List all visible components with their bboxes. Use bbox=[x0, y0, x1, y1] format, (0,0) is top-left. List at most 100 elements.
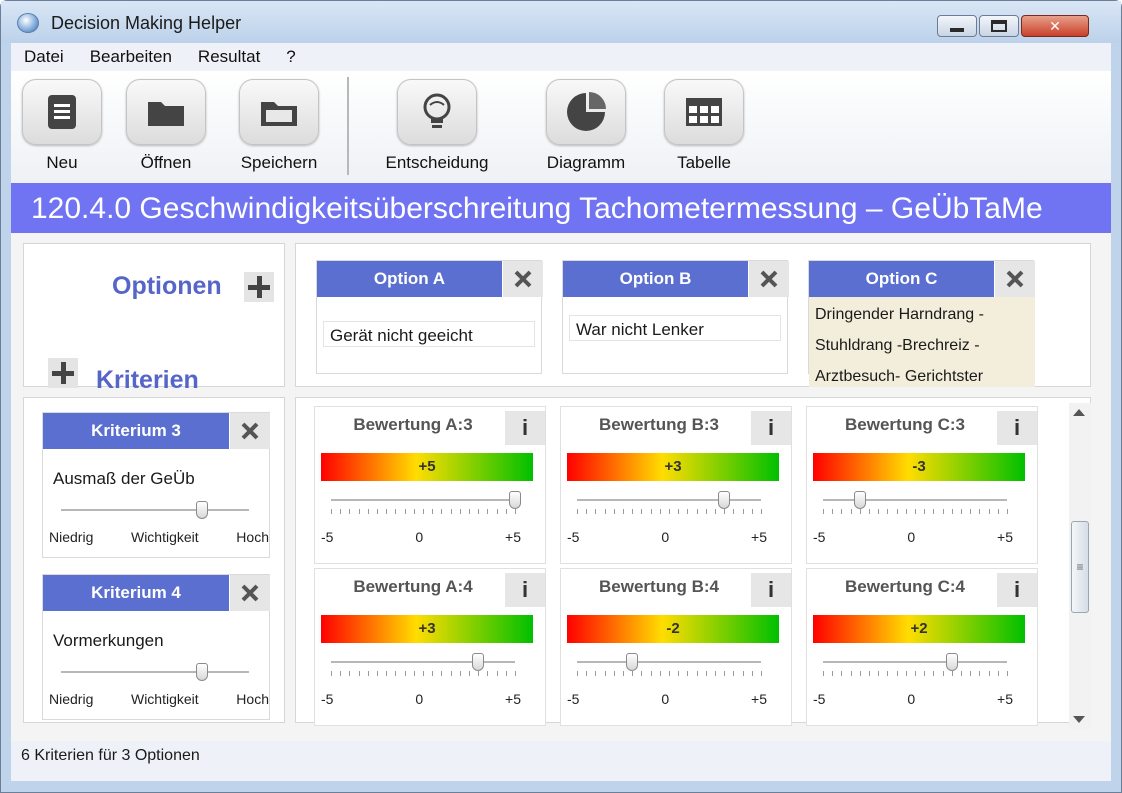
add-criterion-button[interactable] bbox=[48, 358, 78, 388]
option-card-b: Option B War nicht Lenker bbox=[562, 260, 789, 374]
rating-slider-thumb[interactable] bbox=[626, 653, 638, 671]
remove-criterion-button[interactable] bbox=[230, 575, 270, 611]
slider-tick bbox=[660, 671, 661, 676]
options-panel: Option A Gerät nicht geeicht Option B Wa… bbox=[295, 243, 1091, 387]
slider-tick bbox=[586, 509, 587, 514]
add-option-button[interactable] bbox=[244, 272, 274, 302]
info-button[interactable]: i bbox=[505, 573, 545, 607]
scroll-thumb[interactable]: ≡ bbox=[1071, 521, 1089, 613]
importance-slider-thumb[interactable] bbox=[196, 663, 208, 681]
rating-card: Bewertung B:4 i -2 -5 0 +5 bbox=[560, 568, 792, 726]
save-button[interactable]: Speichern bbox=[224, 79, 334, 179]
slider-tick bbox=[715, 671, 716, 676]
importance-high-label: Hoch bbox=[236, 529, 269, 545]
slider-tick bbox=[687, 671, 688, 676]
slider-tick bbox=[915, 671, 916, 676]
slider-tick bbox=[441, 671, 442, 676]
slider-tick bbox=[651, 671, 652, 676]
slider-tick bbox=[340, 509, 341, 514]
minimize-button[interactable] bbox=[937, 15, 977, 37]
slider-tick bbox=[595, 509, 596, 514]
vertical-scrollbar[interactable]: ≡ bbox=[1069, 403, 1091, 729]
app-window: Decision Making Helper ✕ Datei Bearbeite… bbox=[0, 0, 1122, 793]
table-button[interactable]: Tabelle bbox=[649, 79, 759, 179]
importance-slider-track[interactable] bbox=[61, 671, 249, 673]
close-window-button[interactable]: ✕ bbox=[1021, 15, 1089, 37]
slider-tick bbox=[851, 671, 852, 676]
slider-tick bbox=[441, 509, 442, 514]
corner-panel: Optionen Kriterien bbox=[23, 243, 285, 394]
slider-tick bbox=[878, 671, 879, 676]
info-button[interactable]: i bbox=[751, 411, 791, 445]
scale-min-label: -5 bbox=[813, 691, 826, 707]
slider-tick bbox=[605, 671, 606, 676]
scroll-down-icon[interactable] bbox=[1073, 716, 1085, 723]
option-name-input[interactable]: Dringender Harndrang - Stuhldrang -Brech… bbox=[809, 297, 1035, 387]
option-name-input[interactable]: Gerät nicht geeicht bbox=[323, 321, 535, 347]
rating-slider-track[interactable] bbox=[577, 661, 761, 663]
slider-tick bbox=[577, 509, 578, 514]
slider-tick bbox=[897, 509, 898, 514]
menu-help[interactable]: ? bbox=[273, 47, 308, 67]
menu-bearbeiten[interactable]: Bearbeiten bbox=[77, 47, 185, 67]
info-button[interactable]: i bbox=[997, 411, 1037, 445]
decision-button[interactable]: Entscheidung bbox=[382, 79, 492, 179]
menu-resultat[interactable]: Resultat bbox=[185, 47, 273, 67]
criterion-header: Kriterium 4 bbox=[43, 575, 229, 611]
scroll-up-icon[interactable] bbox=[1073, 409, 1085, 416]
rating-slider-thumb[interactable] bbox=[854, 491, 866, 509]
criterion-name-input[interactable]: Vormerkungen bbox=[49, 623, 269, 659]
importance-slider-thumb[interactable] bbox=[196, 501, 208, 519]
scale-mid-label: 0 bbox=[661, 529, 670, 545]
maximize-button[interactable] bbox=[979, 15, 1019, 37]
slider-tick bbox=[478, 671, 479, 676]
rating-slider-track[interactable] bbox=[823, 499, 1007, 501]
remove-criterion-button[interactable] bbox=[230, 413, 270, 449]
importance-scale: Niedrig Wichtigkeit Hoch bbox=[49, 691, 269, 707]
remove-option-button[interactable] bbox=[503, 261, 543, 297]
info-button[interactable]: i bbox=[751, 573, 791, 607]
chart-label: Diagramm bbox=[546, 153, 626, 172]
slider-tick bbox=[614, 509, 615, 514]
rating-slider-thumb[interactable] bbox=[718, 491, 730, 509]
criterion-name-input[interactable]: Ausmaß der GeÜb bbox=[49, 461, 269, 497]
option-header: Option A bbox=[317, 261, 502, 297]
toolbar-separator bbox=[347, 77, 349, 175]
slider-tick bbox=[733, 509, 734, 514]
pie-chart-icon bbox=[546, 79, 626, 145]
info-button[interactable]: i bbox=[997, 573, 1037, 607]
slider-tick bbox=[377, 671, 378, 676]
slider-tick bbox=[869, 671, 870, 676]
slider-tick bbox=[869, 509, 870, 514]
option-name-input[interactable]: War nicht Lenker bbox=[569, 315, 781, 341]
slider-tick bbox=[331, 671, 332, 676]
slider-tick bbox=[660, 509, 661, 514]
slider-tick bbox=[924, 671, 925, 676]
rating-scale: -5 0 +5 bbox=[567, 529, 767, 545]
importance-slider-track[interactable] bbox=[61, 509, 249, 511]
rating-slider-track[interactable] bbox=[577, 499, 761, 501]
remove-option-button[interactable] bbox=[749, 261, 789, 297]
open-button[interactable]: Öffnen bbox=[111, 79, 221, 179]
scale-mid-label: 0 bbox=[907, 529, 916, 545]
rating-slider-track[interactable] bbox=[331, 661, 515, 663]
slider-tick bbox=[823, 671, 824, 676]
slider-tick bbox=[405, 509, 406, 514]
menu-datei[interactable]: Datei bbox=[11, 47, 77, 67]
slider-tick bbox=[497, 671, 498, 676]
rating-slider-track[interactable] bbox=[823, 661, 1007, 663]
rating-slider-thumb[interactable] bbox=[946, 653, 958, 671]
rating-slider-thumb[interactable] bbox=[472, 653, 484, 671]
slider-ticks bbox=[823, 509, 1008, 515]
remove-option-button[interactable] bbox=[995, 261, 1035, 297]
info-button[interactable]: i bbox=[505, 411, 545, 445]
slider-tick bbox=[340, 671, 341, 676]
slider-tick bbox=[832, 671, 833, 676]
chart-button[interactable]: Diagramm bbox=[531, 79, 641, 179]
rating-slider-track[interactable] bbox=[331, 499, 515, 501]
scale-min-label: -5 bbox=[567, 691, 580, 707]
rating-slider-thumb[interactable] bbox=[509, 491, 521, 509]
slider-tick bbox=[605, 509, 606, 514]
new-button[interactable]: Neu bbox=[7, 79, 117, 179]
close-icon bbox=[760, 270, 778, 288]
